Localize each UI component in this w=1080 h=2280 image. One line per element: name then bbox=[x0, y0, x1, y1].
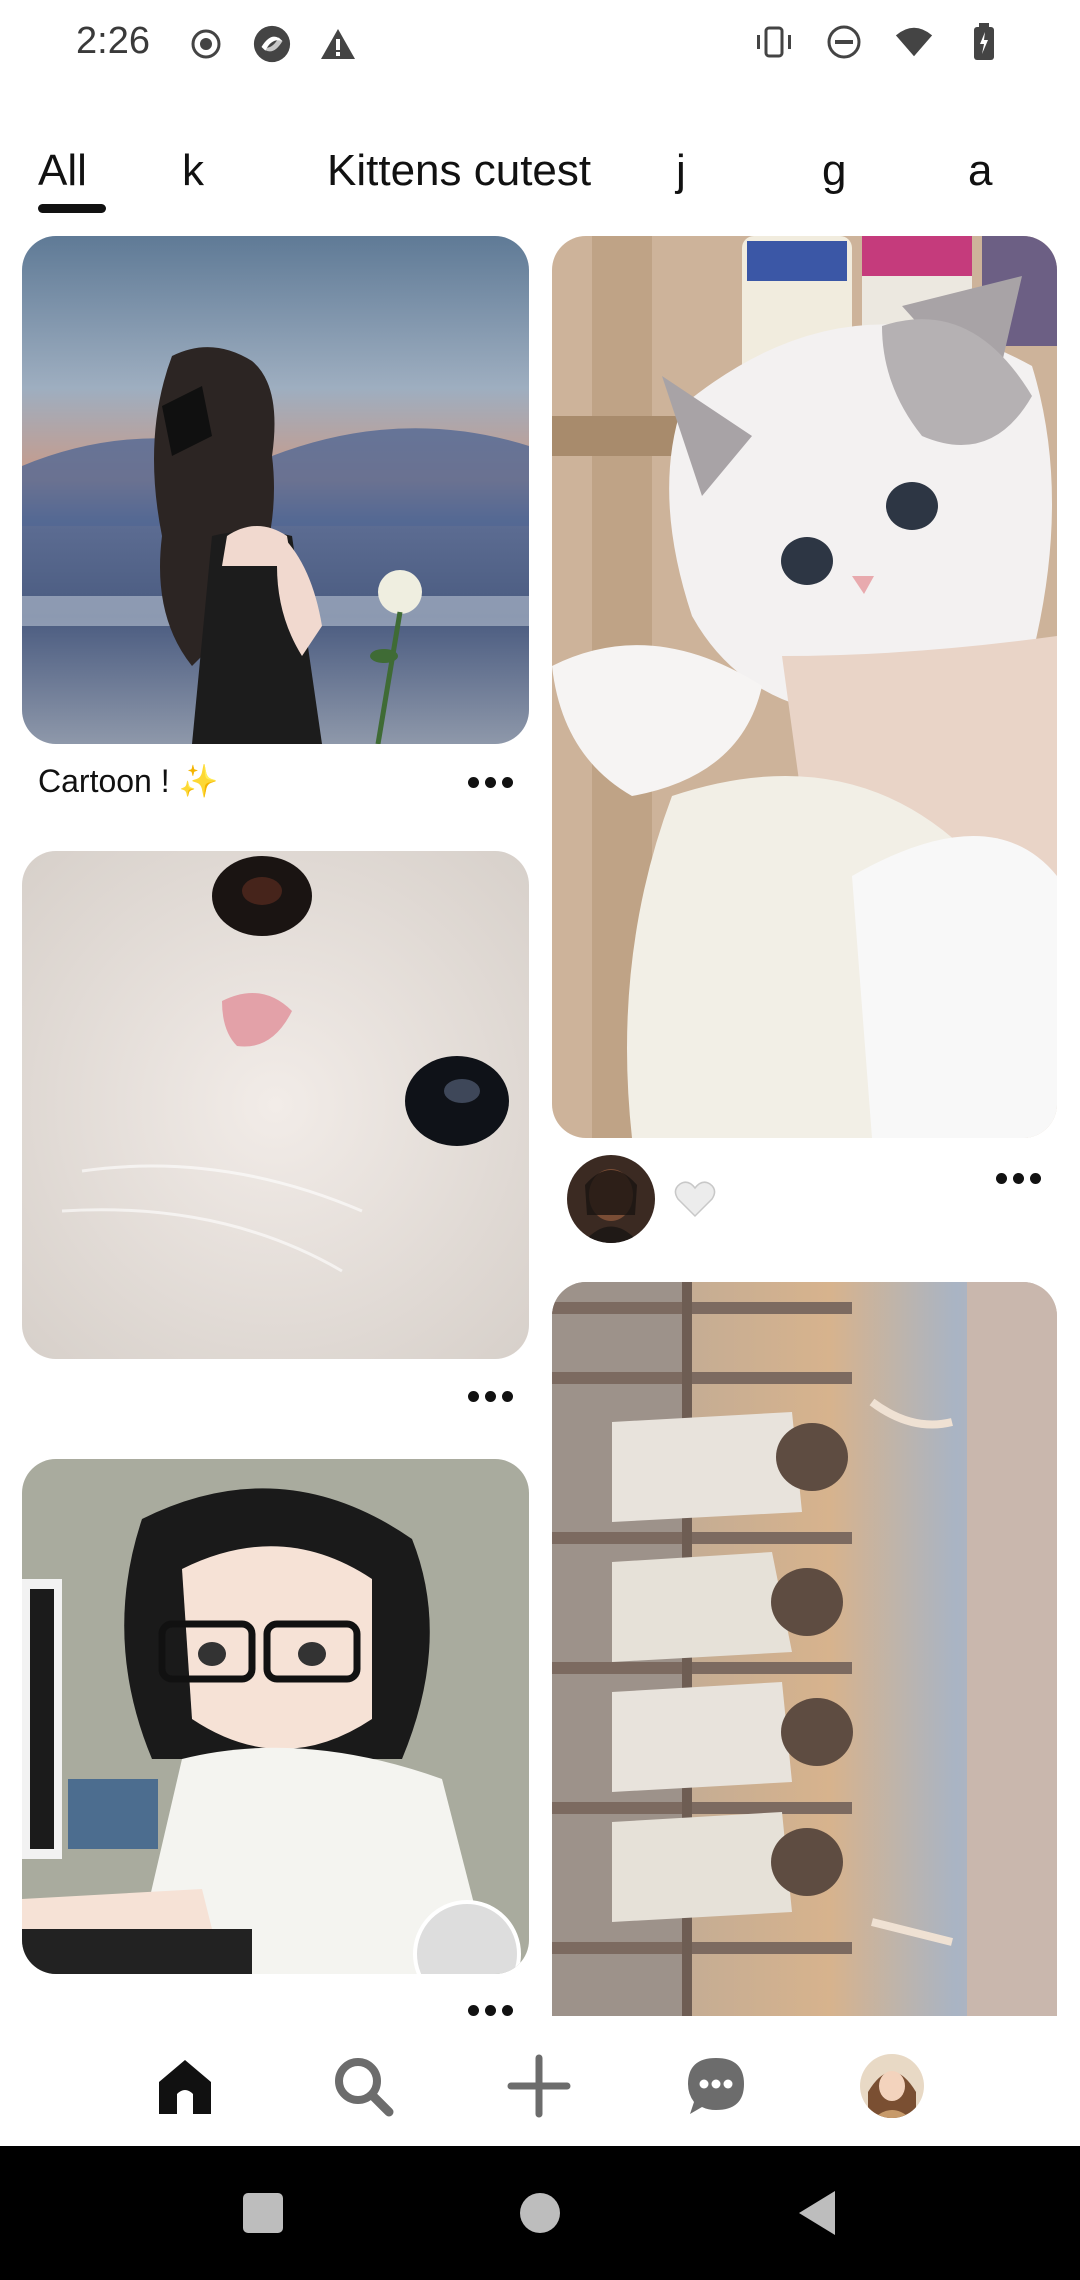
selected-tab-indicator bbox=[38, 204, 106, 213]
pin-more-options-button[interactable] bbox=[462, 1384, 518, 1408]
search-icon[interactable] bbox=[323, 2046, 403, 2126]
pinner-avatar[interactable] bbox=[567, 1155, 655, 1243]
pin-caption: Cartoon ! ✨ bbox=[38, 763, 219, 799]
pin-image-anime-girls-bridge[interactable] bbox=[552, 1282, 1057, 2016]
tab-a[interactable]: a bbox=[968, 146, 992, 196]
system-navigation-bar bbox=[0, 2146, 1080, 2280]
pin-more-options-button[interactable] bbox=[462, 1998, 518, 2016]
pin-image-white-kitten[interactable] bbox=[552, 236, 1057, 1138]
record-icon bbox=[186, 24, 226, 64]
create-icon[interactable] bbox=[499, 2046, 579, 2126]
pin-image-blurry-white-cat[interactable] bbox=[22, 851, 529, 1359]
back-button[interactable] bbox=[792, 2188, 842, 2238]
battery-icon bbox=[964, 22, 1004, 62]
tab-kittens-cutest[interactable]: Kittens cutest bbox=[327, 146, 591, 196]
pin-more-options-button[interactable] bbox=[990, 1166, 1046, 1190]
home-icon[interactable] bbox=[145, 2046, 225, 2126]
status-bar: 2:26 bbox=[0, 0, 1080, 88]
pin-feed[interactable]: Cartoon ! ✨ bbox=[0, 236, 1080, 2016]
heart-icon[interactable] bbox=[674, 1180, 716, 1218]
pin-image-anime-girl-glasses[interactable] bbox=[22, 1459, 529, 1974]
messages-icon[interactable] bbox=[676, 2046, 756, 2126]
home-button[interactable] bbox=[515, 2188, 565, 2238]
status-icons-right bbox=[754, 22, 1004, 62]
vibrate-icon bbox=[754, 22, 794, 62]
pin-more-options-button[interactable] bbox=[462, 770, 518, 794]
pin-image-anime-girl-sunset[interactable] bbox=[22, 236, 529, 744]
app-logo-icon bbox=[252, 24, 292, 64]
recents-button[interactable] bbox=[238, 2188, 288, 2238]
wifi-icon bbox=[894, 22, 934, 62]
tab-k[interactable]: k bbox=[182, 146, 204, 196]
bottom-navigation bbox=[0, 2016, 1080, 2146]
status-time: 2:26 bbox=[76, 20, 150, 62]
tab-all[interactable]: All bbox=[38, 146, 87, 196]
do-not-disturb-icon bbox=[824, 22, 864, 62]
board-tabs: All k Kittens cutest j g a bbox=[0, 128, 1080, 218]
profile-avatar[interactable] bbox=[852, 2046, 932, 2126]
warning-icon bbox=[318, 24, 358, 64]
status-icons-left bbox=[186, 24, 358, 64]
tab-j[interactable]: j bbox=[676, 146, 686, 196]
tab-g[interactable]: g bbox=[822, 146, 846, 196]
